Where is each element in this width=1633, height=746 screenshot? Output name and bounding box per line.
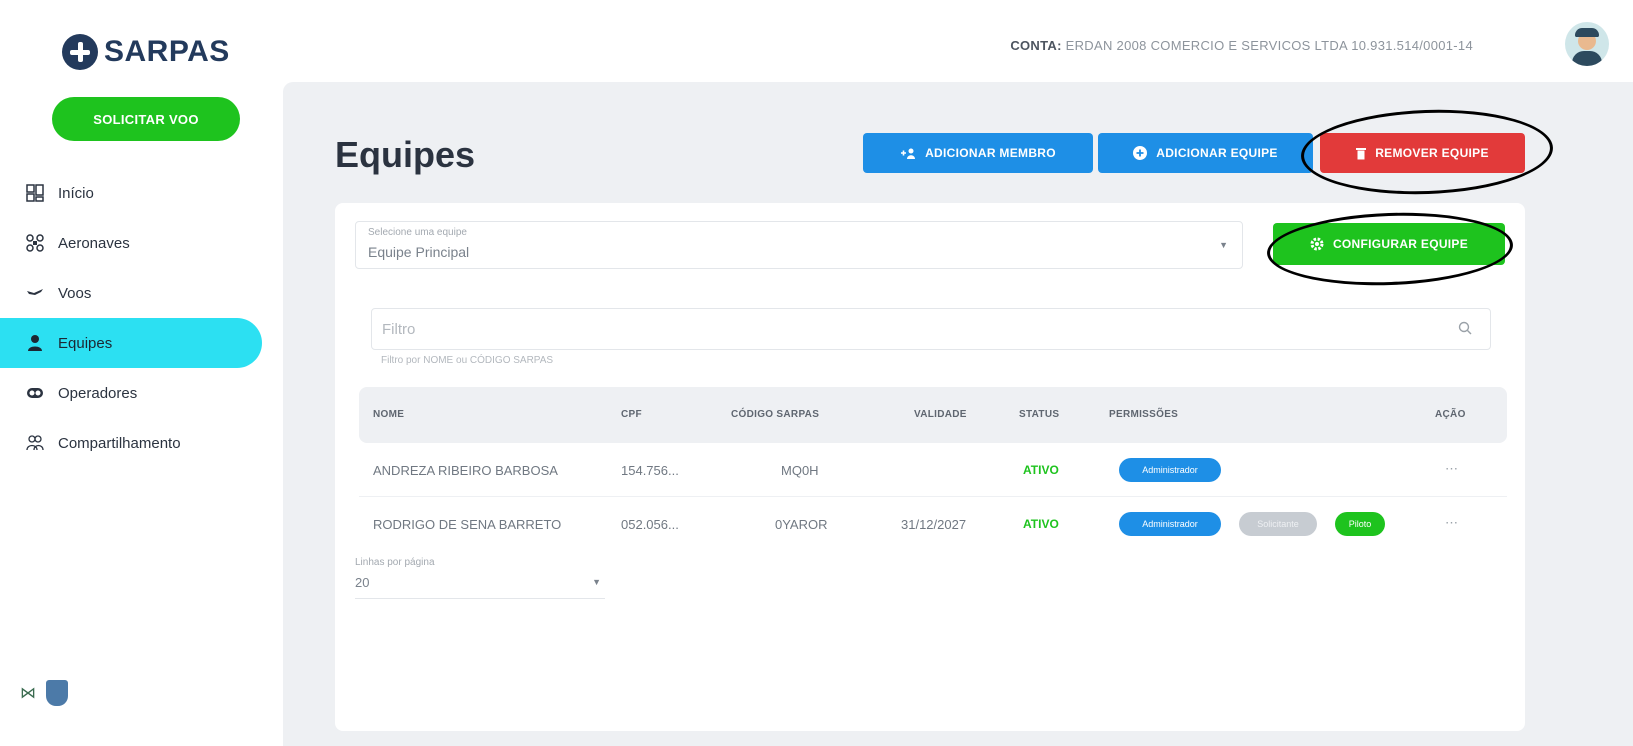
filter-placeholder: Filtro [382,321,416,338]
member-cpf: 052.056... [621,517,679,532]
add-member-button[interactable]: ADICIONAR MEMBRO [863,133,1093,173]
column-header[interactable]: NOME [373,409,404,420]
member-name: ANDREZA RIBEIRO BARBOSA [373,463,558,478]
wings-emblem-icon: ⋈ [20,685,36,702]
row-actions-button[interactable]: ⋯ [1445,515,1458,531]
status-badge: ATIVO [1023,517,1059,531]
sidebar-item-label: Compartilhamento [58,434,181,452]
filter-input[interactable]: Filtro [371,308,1491,350]
account-info: CONTA: ERDAN 2008 COMERCIO E SERVICOS LT… [1010,38,1473,53]
add-team-button[interactable]: ADICIONAR EQUIPE [1098,133,1313,173]
remove-team-label: REMOVER EQUIPE [1375,146,1489,160]
top-bar: CONTA: ERDAN 2008 COMERCIO E SERVICOS LT… [283,0,1633,82]
permission-badge-pilot: Piloto [1335,512,1385,536]
status-badge: ATIVO [1023,463,1059,477]
team-select[interactable]: Selecione uma equipe Equipe Principal ▼ [355,221,1243,269]
account-label: CONTA: [1010,38,1062,53]
permission-badge-admin: Administrador [1119,458,1221,482]
sidebar-item-label: Equipes [58,334,113,352]
table-header: NOME CPF CÓDIGO SARPAS VALIDADE STATUS P… [359,387,1507,443]
member-name: RODRIGO DE SENA BARRETO [373,517,562,532]
person-icon [26,334,44,352]
chevron-down-icon: ▼ [592,577,601,587]
avatar-hat [1575,28,1599,37]
permission-badge-requester: Solicitante [1239,512,1317,536]
table-row[interactable]: ANDREZA RIBEIRO BARBOSA 154.756... MQ0H … [359,445,1507,497]
column-header[interactable]: STATUS [1019,409,1059,420]
sidebar-item-label: Voos [58,284,92,302]
add-person-icon [901,148,916,159]
main-content: Equipes ADICIONAR MEMBRO ADICIONAR EQUIP… [283,82,1633,746]
sidebar-item-inicio[interactable]: Início [0,168,283,218]
rows-per-page-select[interactable]: Linhas por página 20 ▼ [355,553,605,599]
plane-icon [26,284,44,302]
row-actions-button[interactable]: ⋯ [1445,461,1458,477]
team-select-value: Equipe Principal [368,244,470,260]
gear-icon [1310,237,1324,251]
page-title: Equipes [335,134,476,175]
sidebar-nav: Início Aeronaves Voos Equipes Operadores [0,168,283,468]
dashboard-icon [26,184,44,202]
id-card-icon [26,384,44,402]
permission-badge-admin: Administrador [1119,512,1221,536]
sidebar-item-aeronaves[interactable]: Aeronaves [0,218,283,268]
users-icon [26,434,44,452]
column-header[interactable]: CÓDIGO SARPAS [731,409,819,420]
sidebar-item-compartilhamento[interactable]: Compartilhamento [0,418,283,468]
rows-per-page-value: 20 [355,575,370,590]
request-flight-button[interactable]: SOLICITAR VOO [52,97,240,141]
add-member-label: ADICIONAR MEMBRO [925,146,1056,160]
sidebar-item-label: Aeronaves [58,234,130,252]
column-header[interactable]: CPF [621,409,642,420]
sidebar-item-equipes[interactable]: Equipes [0,318,262,368]
remove-team-button[interactable]: REMOVER EQUIPE [1320,133,1525,173]
column-header: PERMISSÕES [1109,409,1179,420]
table-row[interactable]: RODRIGO DE SENA BARRETO 052.056... 0YARO… [359,499,1507,551]
column-header: AÇÃO [1435,409,1466,420]
avatar[interactable] [1565,22,1609,66]
member-validity: 31/12/2027 [901,517,967,532]
configure-team-label: CONFIGURAR EQUIPE [1332,237,1469,251]
sidebar-item-label: Operadores [58,384,138,402]
team-select-label: Selecione uma equipe [368,227,467,238]
team-card: Selecione uma equipe Equipe Principal ▼ … [335,203,1525,731]
member-sarpas-code: MQ0H [781,463,819,478]
filter-helper-text: Filtro por NOME ou CÓDIGO SARPAS [381,355,554,366]
sidebar-item-label: Início [58,184,94,202]
sidebar-footer: ⋈ [20,680,68,706]
avatar-body [1572,51,1602,66]
search-icon [1458,321,1472,335]
add-team-label: ADICIONAR EQUIPE [1156,146,1278,160]
member-cpf: 154.756... [621,463,679,478]
sidebar-item-operadores[interactable]: Operadores [0,368,283,418]
chevron-down-icon: ▼ [1219,240,1228,250]
add-circle-icon [1133,146,1148,160]
account-value: ERDAN 2008 COMERCIO E SERVICOS LTDA 10.9… [1065,38,1473,53]
brand-name: SARPAS [104,35,230,68]
rows-per-page-label: Linhas por página [355,557,435,568]
sidebar: SARPAS SOLICITAR VOO Início Aeronaves Vo… [0,0,283,746]
member-sarpas-code: 0YAROR [775,517,828,532]
sarpas-logo-icon [62,34,98,70]
drone-icon [26,234,44,252]
brand-logo[interactable]: SARPAS [62,34,230,70]
configure-team-button[interactable]: CONFIGURAR EQUIPE [1273,223,1505,265]
sidebar-item-voos[interactable]: Voos [0,268,283,318]
trash-icon [1356,147,1367,159]
column-header[interactable]: VALIDADE [914,409,967,420]
shield-emblem-icon [46,680,68,706]
